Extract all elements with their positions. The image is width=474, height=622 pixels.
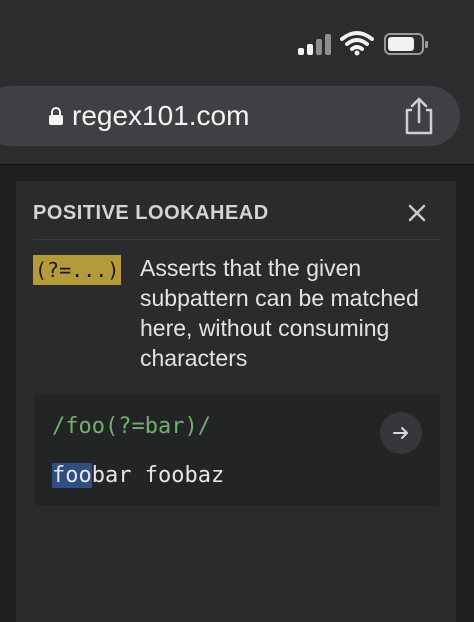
status-bar	[0, 0, 474, 70]
panel-title: POSITIVE LOOKAHEAD	[33, 202, 269, 224]
test-string-rest: bar foobaz	[91, 463, 225, 488]
wifi-icon	[340, 31, 374, 56]
browser-toolbar: regex101.com	[0, 70, 474, 165]
close-icon[interactable]	[404, 200, 430, 226]
token-description: Asserts that the given subpattern can be…	[140, 255, 419, 371]
match-highlight: foo	[52, 463, 92, 488]
token-info-panel: POSITIVE LOOKAHEAD (?=...) Asserts that …	[16, 181, 456, 622]
lock-icon	[49, 107, 63, 125]
example-box: /foo(?=bar)/ foobar foobaz	[34, 394, 440, 506]
open-example-button[interactable]	[380, 412, 422, 454]
share-icon[interactable]	[402, 96, 436, 136]
example-test-string: foobar foobaz	[52, 460, 224, 492]
divider	[33, 239, 440, 240]
url-text[interactable]: regex101.com	[72, 98, 249, 134]
token-badge: (?=...)	[33, 255, 122, 285]
page-content: POSITIVE LOOKAHEAD (?=...) Asserts that …	[0, 165, 474, 622]
example-pattern: /foo(?=bar)/	[52, 414, 211, 439]
arrow-right-icon	[393, 427, 408, 439]
signal-icon	[298, 33, 332, 55]
battery-icon	[384, 33, 428, 55]
